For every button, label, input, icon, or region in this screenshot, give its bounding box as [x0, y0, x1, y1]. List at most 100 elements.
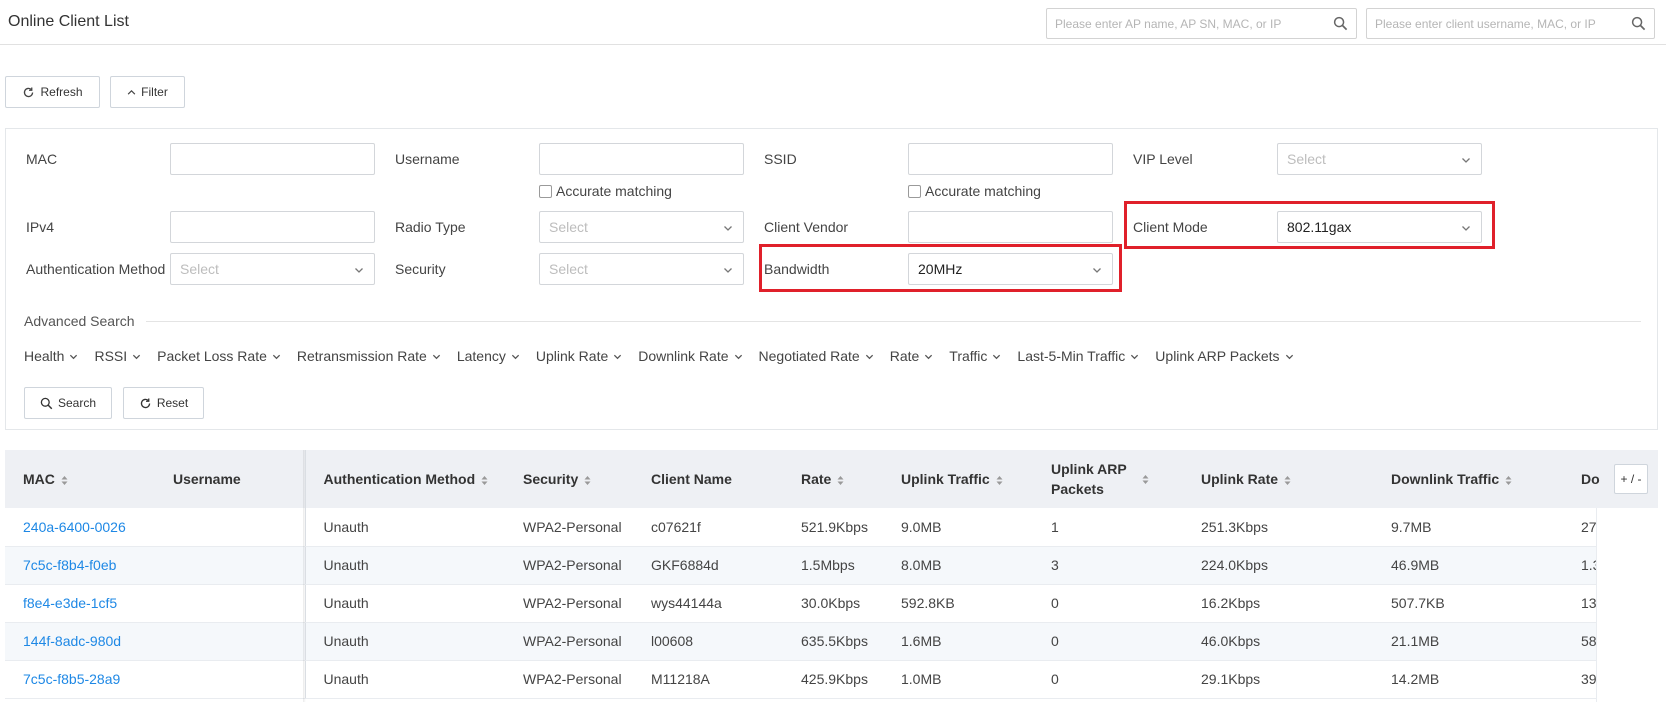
column-header-label: Authentication Method [323, 471, 476, 487]
sort-icon[interactable] [61, 475, 68, 486]
client-mac-link[interactable]: 7c5c-f8b4-f0eb [5, 546, 155, 585]
ipv4-filter-input[interactable] [170, 211, 375, 243]
table-cell: 16.2Kbps [1183, 584, 1373, 623]
ssid-filter-input[interactable] [908, 143, 1113, 175]
checkbox-box[interactable] [908, 184, 921, 198]
column-header[interactable]: Downlink Traffic [1373, 450, 1563, 508]
advanced-filter-item[interactable]: Retransmission Rate [297, 348, 441, 364]
reset-icon [140, 397, 151, 408]
search-icon[interactable] [1631, 16, 1646, 31]
security-placeholder: Select [549, 261, 588, 277]
search-label: Search [57, 396, 97, 410]
refresh-button[interactable]: Refresh [5, 76, 100, 108]
table-cell: 46.9MB [1373, 546, 1563, 585]
security-filter-label: Security [395, 261, 446, 277]
advanced-filter-label: Rate [889, 348, 920, 364]
table-cell: 3 [1033, 546, 1183, 585]
chevron-down-icon [1462, 158, 1470, 163]
sort-icon[interactable] [1284, 475, 1291, 486]
client-mac-link[interactable]: 7c5c-f8b5-28a9 [5, 660, 155, 699]
advanced-filter-item[interactable]: Rate [890, 348, 934, 364]
column-header[interactable]: Uplink Traffic [883, 450, 1033, 508]
advanced-filter-item[interactable]: Traffic [949, 348, 1001, 364]
advanced-filter-label: Retransmission Rate [296, 348, 427, 364]
table-cell [155, 584, 306, 623]
column-header[interactable]: Authentication Method [305, 450, 505, 508]
vip-level-select[interactable]: Select [1277, 143, 1482, 175]
advanced-filter-item[interactable]: Packet Loss Rate [157, 348, 281, 364]
ssid-accurate-checkbox[interactable]: Accurate matching [908, 183, 1041, 199]
column-header[interactable]: Security [505, 450, 633, 508]
mac-filter-input[interactable] [170, 143, 375, 175]
table-row[interactable]: 240a-6400-0026 Unauth WPA2-Personal c07621f… [5, 508, 1658, 547]
table-cell: 46.0Kbps [1183, 622, 1373, 661]
sort-icon[interactable] [1505, 475, 1512, 486]
chevron-down-icon [993, 354, 1001, 359]
ap-search-input[interactable] [1047, 9, 1326, 38]
table-row[interactable]: 7c5c-f8b5-28a9 Unauth WPA2-Personal M11218A… [5, 660, 1658, 699]
sort-icon[interactable] [481, 475, 488, 486]
top-bar: Online Client List [0, 0, 1666, 45]
column-header[interactable]: MAC [5, 450, 155, 508]
chevron-down-icon [1131, 354, 1139, 359]
sort-icon[interactable] [1142, 474, 1149, 485]
column-header-label: MAC [23, 471, 55, 487]
security-select[interactable]: Select [539, 253, 744, 285]
column-header: Client Name [633, 450, 783, 508]
username-filter-label: Username [395, 151, 460, 167]
advanced-filter-label: Health [24, 348, 65, 364]
advanced-filter-item[interactable]: Latency [457, 348, 520, 364]
reset-label: Reset [156, 396, 189, 410]
advanced-filter-item[interactable]: Health [24, 348, 78, 364]
bandwidth-select[interactable]: 20MHz [908, 253, 1113, 285]
client-mac-link[interactable]: 144f-8adc-980d [5, 622, 155, 661]
table-row[interactable]: f8e4-e3de-1cf5 Unauth WPA2-Personal wys4414… [5, 584, 1658, 623]
column-header[interactable]: Rate [783, 450, 883, 508]
vip-level-label: VIP Level [1133, 151, 1193, 167]
sort-icon[interactable] [837, 475, 844, 486]
advanced-filter-item[interactable]: Downlink Rate [638, 348, 742, 364]
checkbox-box[interactable] [539, 184, 552, 198]
client-search-input[interactable] [1367, 9, 1624, 38]
client-vendor-label: Client Vendor [764, 219, 849, 235]
search-button[interactable]: Search [24, 387, 112, 419]
column-toggle-button[interactable]: + / - [1614, 464, 1648, 494]
refresh-label: Refresh [40, 85, 83, 99]
sort-icon[interactable] [584, 475, 591, 486]
username-accurate-checkbox[interactable]: Accurate matching [539, 183, 672, 199]
client-mode-value: 802.11gax [1287, 219, 1352, 235]
column-header-label: Downlink Traffic [1391, 471, 1500, 487]
chevron-up-icon [127, 89, 136, 95]
client-mac-link[interactable]: 240a-6400-0026 [5, 508, 155, 547]
client-mode-label: Client Mode [1133, 219, 1208, 235]
client-mode-select[interactable]: 802.11gax [1277, 211, 1482, 243]
auth-method-select[interactable]: Select [170, 253, 375, 285]
client-vendor-input[interactable] [908, 211, 1113, 243]
filter-toggle-button[interactable]: Filter [110, 76, 185, 108]
client-table-container: MAC Username Authentication Method Security… [5, 450, 1658, 702]
table-cell: 592.8KB [883, 584, 1033, 623]
accurate-matching-label: Accurate matching [925, 183, 1041, 199]
table-cell: 8.0MB [883, 546, 1033, 585]
column-header[interactable]: Uplink Rate [1183, 450, 1373, 508]
table-cell: 635.5Kbps [783, 622, 883, 661]
ap-search-box[interactable] [1046, 8, 1357, 39]
table-row[interactable]: 144f-8adc-980d Unauth WPA2-Personal l00608 6… [5, 622, 1658, 661]
advanced-filter-item[interactable]: Last-5-Min Traffic [1017, 348, 1139, 364]
sort-icon[interactable] [996, 475, 1003, 486]
advanced-filter-item[interactable]: Uplink ARP Packets [1155, 348, 1293, 364]
username-filter-input[interactable] [539, 143, 744, 175]
advanced-filter-item[interactable]: RSSI [94, 348, 141, 364]
advanced-filter-item[interactable]: Uplink Rate [536, 348, 622, 364]
reset-button[interactable]: Reset [123, 387, 204, 419]
advanced-filter-item[interactable]: Negotiated Rate [759, 348, 874, 364]
table-cell: WPA2-Personal [505, 546, 633, 585]
table-row[interactable]: 7c5c-f8b4-f0eb Unauth WPA2-Personal GKF6884… [5, 546, 1658, 585]
radio-type-select[interactable]: Select [539, 211, 744, 243]
client-mac-link[interactable]: f8e4-e3de-1cf5 [5, 584, 155, 623]
column-header[interactable]: Uplink ARP Packets [1033, 450, 1183, 508]
client-search-box[interactable] [1366, 8, 1655, 39]
search-icon[interactable] [1333, 16, 1348, 31]
table-cell: Unauth [305, 660, 505, 699]
column-header: Username [155, 450, 306, 508]
